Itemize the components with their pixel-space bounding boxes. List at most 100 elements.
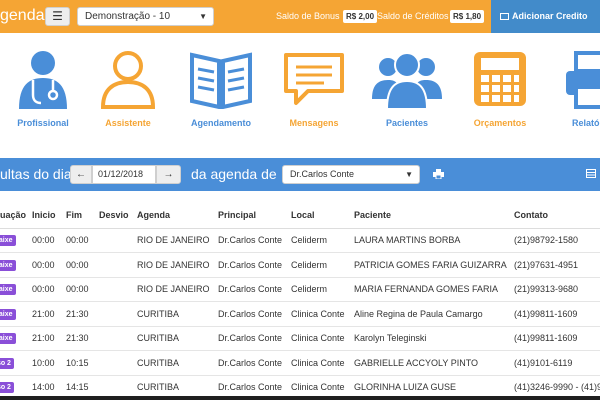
nav-label-profissional: Profissional — [17, 118, 69, 128]
brand-title: genda — [0, 7, 45, 24]
cell-desvio — [99, 301, 137, 327]
bottom-bar — [0, 396, 600, 400]
table-row[interactable]: caixe 21:0021:30 CURITIBADr.Carlos ConteCl… — [0, 301, 600, 327]
cell-paciente: Karolyn Teleginski — [354, 326, 514, 351]
credit-card-icon — [500, 13, 509, 20]
doctor-icon — [19, 51, 67, 109]
col-agenda[interactable]: Agenda — [137, 202, 218, 229]
cell-paciente: Aline Regina de Paula Camargo — [354, 301, 514, 327]
nav-label-assistente: Assistente — [105, 118, 151, 128]
cell-inicio: 00:00 — [32, 252, 66, 278]
cell-inicio: 21:00 — [32, 301, 66, 327]
status-badge[interactable]: caixe — [0, 235, 16, 247]
table-row[interactable]: caixe 00:0000:00 RIO DE JANEIRODr.Carlos C… — [0, 252, 600, 278]
agenda-select[interactable]: Demonstração - 10 ▼ — [77, 7, 214, 26]
status-badge[interactable]: iso 2 — [0, 357, 14, 369]
table-header-row: uação Inicio Fim Desvio Agenda Principal… — [0, 202, 600, 229]
cell-inicio: 10:00 — [32, 350, 66, 376]
cell-fim: 00:00 — [66, 277, 99, 302]
nav-item-mensagens[interactable]: Mensagens — [269, 49, 359, 128]
status-badge[interactable]: caixe — [0, 308, 16, 320]
add-credit-label: Adicionar Credito — [512, 11, 588, 21]
cell-fim: 21:30 — [66, 326, 99, 351]
status-badge[interactable]: caixe — [0, 284, 16, 296]
col-contato[interactable]: Contato — [514, 202, 600, 229]
cell-desvio — [99, 252, 137, 278]
col-fim[interactable]: Fim — [66, 202, 99, 229]
table-body: caixe00:0000:00RIO DE JANEIRODr.Carlos C… — [0, 228, 600, 400]
col-local[interactable]: Local — [291, 202, 354, 229]
cell-contato: (41)99811-1609 — [514, 301, 600, 327]
print-icon[interactable] — [433, 169, 444, 179]
menu-button[interactable]: ☰ — [45, 7, 70, 26]
cell-paciente: PATRICIA GOMES FARIA GUIZARRA — [354, 252, 514, 278]
icon-navigation: Profissional Assistente Agendamento Mens… — [0, 33, 600, 151]
add-credit-button[interactable]: Adicionar Credito — [491, 0, 600, 33]
patients-icon — [372, 52, 442, 109]
cell-desvio — [99, 277, 137, 302]
nav-item-agendamento[interactable]: Agendamento — [176, 49, 266, 128]
cell-local: Celiderm — [291, 277, 354, 302]
cell-principal: Dr.Carlos Conte — [218, 252, 291, 278]
top-bar: genda ☰ Demonstração - 10 ▼ Saldo de Bon… — [0, 0, 600, 33]
appointments-table: uação Inicio Fim Desvio Agenda Principal… — [0, 202, 600, 400]
cell-contato: (21)98792-1580 — [514, 228, 600, 253]
status-badge[interactable]: caixe — [0, 259, 16, 271]
arrow-right-icon: → — [163, 169, 174, 180]
cell-status: caixe — [0, 228, 32, 253]
cell-contato: (21)97631-4951 — [514, 252, 600, 278]
nav-item-orcamentos[interactable]: Orçamentos — [455, 49, 545, 128]
status-badge[interactable]: iso 2 — [0, 382, 14, 394]
col-inicio[interactable]: Inicio — [32, 202, 66, 229]
agenda-de-label: da agenda de — [191, 166, 277, 182]
nav-label-relatorios: Relató — [572, 118, 600, 128]
col-desvio[interactable]: Desvio — [99, 202, 137, 229]
col-situacao[interactable]: uação — [0, 202, 32, 229]
previous-day-button[interactable]: ← — [70, 165, 92, 184]
cell-contato: (21)99313-9680 — [514, 277, 600, 302]
cell-contato: (41)99811-1609 — [514, 326, 600, 351]
cell-fim: 00:00 — [66, 252, 99, 278]
cell-paciente: LAURA MARTINS BORBA — [354, 228, 514, 253]
nav-label-mensagens: Mensagens — [289, 118, 339, 128]
cell-local: Clinica Conte — [291, 350, 354, 376]
cell-status: caixe — [0, 277, 32, 302]
bonus-value: R$ 2,00 — [343, 10, 378, 23]
cell-principal: Dr.Carlos Conte — [218, 301, 291, 327]
cell-local: Clinica Conte — [291, 326, 354, 351]
doctor-select[interactable]: Dr.Carlos Conte ▼ — [282, 165, 420, 184]
cell-status: caixe — [0, 326, 32, 351]
assistant-icon — [100, 51, 156, 109]
book-icon — [190, 52, 252, 109]
table-row[interactable]: caixe 00:0000:00 RIO DE JANEIRODr.Carlos C… — [0, 277, 600, 302]
cell-status: caixe — [0, 301, 32, 327]
col-paciente[interactable]: Paciente — [354, 202, 514, 229]
nav-label-pacientes: Pacientes — [385, 118, 429, 128]
cell-agenda: RIO DE JANEIRO — [137, 252, 218, 278]
cell-agenda: CURITIBA — [137, 301, 218, 327]
status-badge[interactable]: caixe — [0, 333, 16, 345]
cell-agenda: RIO DE JANEIRO — [137, 277, 218, 302]
nav-item-pacientes[interactable]: Pacientes — [362, 49, 452, 128]
nav-item-assistente[interactable]: Assistente — [83, 49, 173, 128]
caret-down-icon: ▼ — [199, 12, 207, 21]
cell-fim: 10:15 — [66, 350, 99, 376]
credit-value: R$ 1,80 — [450, 10, 485, 23]
nav-item-profissional[interactable]: Profissional — [0, 49, 88, 128]
date-input[interactable]: 01/12/2018 — [92, 165, 156, 184]
table-row[interactable]: caixe 00:0000:00 RIO DE JANEIRODr.Carlos C… — [0, 228, 600, 253]
table-row[interactable]: caixe 21:0021:30 CURITIBADr.Carlos ConteCl… — [0, 326, 600, 351]
nav-item-relatorios[interactable]: Relató — [548, 49, 600, 128]
table-view-icon[interactable] — [586, 169, 596, 178]
next-day-button[interactable]: → — [156, 165, 181, 184]
cell-local: Celiderm — [291, 252, 354, 278]
cell-status: iso 2 — [0, 350, 32, 376]
hamburger-icon: ☰ — [52, 9, 63, 23]
cell-agenda: CURITIBA — [137, 326, 218, 351]
cell-local: Clinica Conte — [291, 301, 354, 327]
table-row[interactable]: iso 2 10:0010:15 CURITIBADr.Carlos ConteCl… — [0, 350, 600, 376]
col-principal[interactable]: Principal — [218, 202, 291, 229]
cell-contato: (41)9101-6119 — [514, 350, 600, 376]
cell-fim: 00:00 — [66, 228, 99, 253]
credit-label: Saldo de Créditos — [377, 11, 449, 21]
